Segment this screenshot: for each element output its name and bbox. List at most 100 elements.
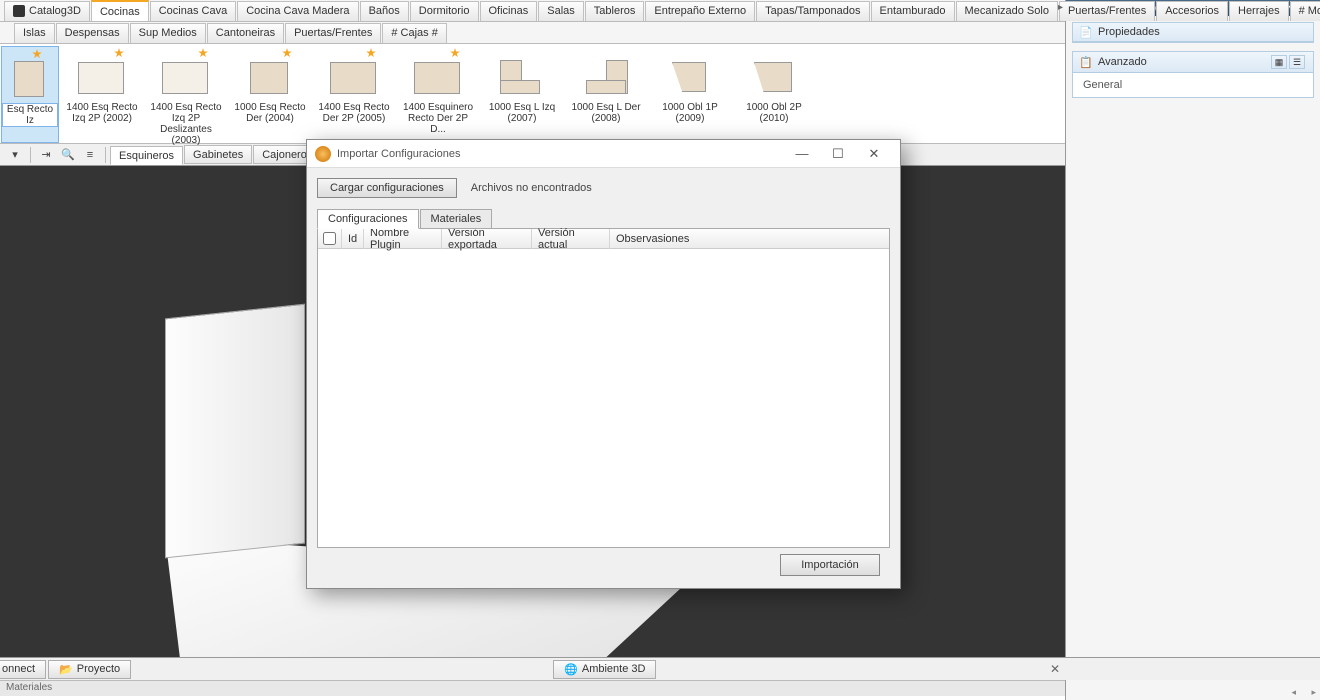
- tab-dormitorio[interactable]: Dormitorio: [410, 1, 479, 21]
- dialog-titlebar[interactable]: Importar Configuraciones — ☐ ✕: [307, 140, 900, 168]
- tab-tapas[interactable]: Tapas/Tamponados: [756, 1, 869, 21]
- propiedades-header[interactable]: 📄 Propiedades: [1073, 23, 1313, 42]
- avanzado-header[interactable]: 📋 Avanzado ▦ ☰: [1073, 52, 1313, 73]
- star-icon: [114, 48, 124, 58]
- tab-configuraciones[interactable]: Configuraciones: [317, 209, 419, 229]
- col-version-act[interactable]: Versión actual: [532, 229, 610, 249]
- gallery-item[interactable]: 1400 Esq Recto Der 2P (2005): [313, 46, 395, 143]
- tab-cajas[interactable]: # Cajas #: [382, 23, 446, 43]
- no-files-label: Archivos no encontrados: [471, 182, 592, 194]
- mid-tab-esquineros[interactable]: Esquineros: [110, 146, 183, 165]
- col-version-exp[interactable]: Versión exportada: [442, 229, 532, 249]
- tab-despensas[interactable]: Despensas: [56, 23, 129, 43]
- cargar-button[interactable]: Cargar configuraciones: [317, 178, 457, 198]
- properties-icon: 📄: [1079, 26, 1093, 38]
- tab-cocinas[interactable]: Cocinas: [91, 0, 149, 21]
- gallery-label: 1000 Obl 2P (2010): [733, 102, 815, 124]
- tab-cocinas-cava[interactable]: Cocinas Cava: [150, 1, 236, 21]
- tab-catalog3d[interactable]: Catalog3D: [4, 1, 90, 21]
- tab-ambiente-label: Ambiente 3D: [582, 663, 646, 675]
- tab-islas[interactable]: Islas: [14, 23, 55, 43]
- gallery-label: Esq Recto Iz: [2, 103, 58, 127]
- mid-tab-gabinetes[interactable]: Gabinetes: [184, 145, 252, 164]
- general-label: General: [1073, 73, 1313, 97]
- separator: [105, 147, 106, 163]
- main-tabs-row2: Islas Despensas Sup Medios Cantoneiras P…: [0, 22, 1065, 44]
- tab-entrepano[interactable]: Entrepaño Externo: [645, 1, 755, 21]
- dropdown-icon[interactable]: ▾: [7, 147, 23, 163]
- close-icon[interactable]: ✕: [856, 146, 892, 162]
- tab-salas[interactable]: Salas: [538, 1, 584, 21]
- scroll-left-icon[interactable]: ◂: [1291, 687, 1296, 698]
- star-icon: [198, 48, 208, 58]
- gallery-item[interactable]: 1000 Esq L Izq (2007): [481, 46, 563, 143]
- tab-puertas-frentes[interactable]: Puertas/Frentes: [285, 23, 381, 43]
- close-icon[interactable]: ✕: [1050, 662, 1060, 676]
- select-all-checkbox[interactable]: [318, 229, 342, 249]
- separator: [30, 147, 31, 163]
- maximize-icon[interactable]: ☐: [820, 146, 856, 162]
- tab-catalog3d-label: Catalog3D: [29, 5, 81, 17]
- table-header: Id Nombre Plugin Versión exportada Versi…: [318, 229, 889, 249]
- tab-proyecto[interactable]: 📂Proyecto: [48, 660, 131, 679]
- search-icon[interactable]: 🔍: [60, 147, 76, 163]
- avanzado-box: 📋 Avanzado ▦ ☰ General: [1072, 51, 1314, 98]
- advanced-icon: 📋: [1079, 56, 1093, 68]
- scroll-right-icon[interactable]: ▸: [1311, 687, 1316, 698]
- star-icon: [282, 48, 292, 58]
- tab-puertas[interactable]: Puertas/Frentes: [1059, 1, 1155, 21]
- gallery-item-selected[interactable]: Esq Recto Iz: [1, 46, 59, 143]
- tab-ambiente3d[interactable]: 🌐 Ambiente 3D: [553, 660, 656, 679]
- gallery-item[interactable]: 1000 Esq Recto Der (2004): [229, 46, 311, 143]
- catalog-icon: [13, 5, 25, 17]
- tab-sup-medios[interactable]: Sup Medios: [130, 23, 206, 43]
- tab-herrajes[interactable]: Herrajes: [1229, 1, 1289, 21]
- tab-tableros[interactable]: Tableros: [585, 1, 645, 21]
- star-icon: [366, 48, 376, 58]
- gallery-label: 1000 Esq L Der (2008): [565, 102, 647, 124]
- import-dialog: Importar Configuraciones — ☐ ✕ Cargar co…: [306, 139, 901, 589]
- view-list-icon[interactable]: ☰: [1289, 55, 1305, 69]
- gallery-item[interactable]: 1400 Esq Recto Izq 2P Deslizantes (2003): [145, 46, 227, 143]
- minimize-icon[interactable]: —: [784, 146, 820, 161]
- catalog-gallery: Esq Recto Iz 1400 Esq Recto Izq 2P (2002…: [0, 44, 1065, 144]
- gallery-item[interactable]: 1400 Esquinero Recto Der 2P D...: [397, 46, 479, 143]
- panel-shape: [165, 311, 305, 551]
- main-tabs-row1: Catalog3D Cocinas Cocinas Cava Cocina Ca…: [0, 0, 1065, 22]
- tab-cantoneiras[interactable]: Cantoneiras: [207, 23, 284, 43]
- globe-icon: 🌐: [564, 663, 578, 676]
- tab-banos[interactable]: Baños: [360, 1, 409, 21]
- tab-entamburado[interactable]: Entamburado: [871, 1, 955, 21]
- gallery-label: 1000 Esq L Izq (2007): [481, 102, 563, 124]
- tab-scroll-right-icon[interactable]: ▸: [1058, 2, 1063, 13]
- view-grid-icon[interactable]: ▦: [1271, 55, 1287, 69]
- gallery-item[interactable]: 1000 Obl 1P (2009): [649, 46, 731, 143]
- star-icon: [32, 49, 42, 59]
- gallery-label: 1400 Esq Recto Izq 2P Deslizantes (2003): [145, 102, 227, 146]
- arrow-in-icon[interactable]: ⇥: [38, 147, 54, 163]
- tab-montaje[interactable]: # Montaje #: [1290, 1, 1320, 21]
- tab-connect[interactable]: onnect: [0, 660, 46, 679]
- folder-icon: 📂: [59, 663, 73, 676]
- dialog-title: Importar Configuraciones: [337, 148, 784, 160]
- col-id[interactable]: Id: [342, 229, 364, 249]
- tab-mecanizado[interactable]: Mecanizado Solo: [956, 1, 1058, 21]
- tab-materiales[interactable]: Materiales: [420, 209, 493, 229]
- tab-oficinas[interactable]: Oficinas: [480, 1, 538, 21]
- importacion-button[interactable]: Importación: [780, 554, 880, 576]
- gallery-item[interactable]: 1000 Obl 2P (2010): [733, 46, 815, 143]
- gallery-label: 1000 Esq Recto Der (2004): [229, 102, 311, 124]
- col-nombre[interactable]: Nombre Plugin: [364, 229, 442, 249]
- col-obs[interactable]: Observasiones: [610, 229, 889, 249]
- gallery-item[interactable]: 1400 Esq Recto Izq 2P (2002): [61, 46, 143, 143]
- tab-accesorios[interactable]: Accesorios: [1156, 1, 1228, 21]
- propiedades-box: 📄 Propiedades: [1072, 22, 1314, 43]
- bottom-tabs: onnect 📂Proyecto 🌐 Ambiente 3D ✕: [0, 657, 1320, 680]
- tab-cocina-cava-madera[interactable]: Cocina Cava Madera: [237, 1, 358, 21]
- star-icon: [450, 48, 460, 58]
- gallery-item[interactable]: 1000 Esq L Der (2008): [565, 46, 647, 143]
- gallery-label: 1000 Obl 1P (2009): [649, 102, 731, 124]
- list-icon[interactable]: ≡: [82, 147, 98, 163]
- app-icon: [315, 146, 331, 162]
- gallery-label: 1400 Esquinero Recto Der 2P D...: [397, 102, 479, 135]
